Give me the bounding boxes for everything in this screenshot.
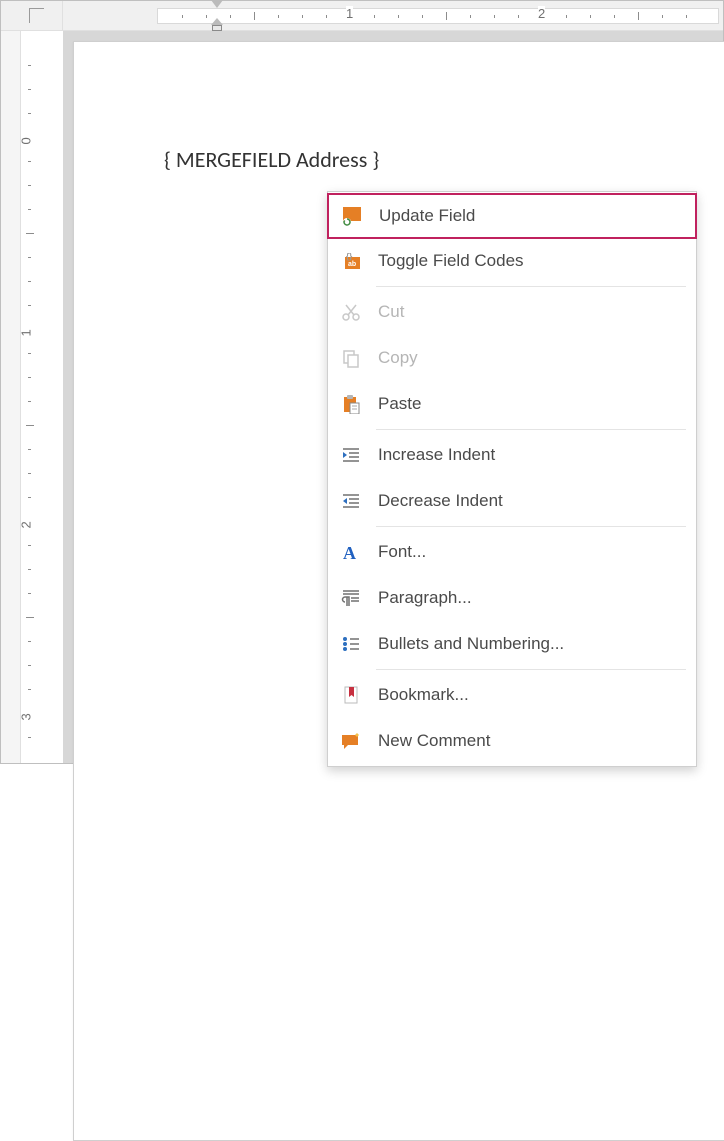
menu-separator: [376, 669, 686, 670]
svg-text:ab: ab: [348, 261, 356, 268]
menu-label: Copy: [378, 348, 682, 368]
paragraph-icon: [338, 588, 364, 608]
hanging-indent-icon[interactable]: [211, 18, 223, 25]
h-ruler-num-2: 2: [538, 6, 545, 21]
svg-text:{}: {}: [346, 252, 352, 261]
menu-item-font[interactable]: A Font...: [328, 529, 696, 575]
field-code-text[interactable]: { MERGEFIELD Address }: [164, 146, 379, 173]
increase-indent-icon: [338, 446, 364, 464]
copy-icon: [338, 348, 364, 368]
bullets-icon: [338, 635, 364, 653]
horizontal-ruler[interactable]: 1 2: [63, 1, 723, 31]
menu-label: Increase Indent: [378, 445, 682, 465]
menu-label: Bullets and Numbering...: [378, 634, 682, 654]
context-menu: Update Field {} ab Toggle Field Codes: [327, 191, 697, 767]
menu-item-new-comment[interactable]: New Comment: [328, 718, 696, 764]
menu-item-bookmark[interactable]: Bookmark...: [328, 672, 696, 718]
v-ruler-strip: 0 1 2 3: [25, 41, 53, 763]
bookmark-icon: [338, 685, 364, 705]
font-icon: A: [338, 542, 364, 562]
menu-label: Cut: [378, 302, 682, 322]
menu-label: Toggle Field Codes: [378, 251, 682, 271]
menu-item-toggle-field-codes[interactable]: {} ab Toggle Field Codes: [328, 238, 696, 284]
svg-text:A: A: [343, 543, 356, 562]
menu-item-increase-indent[interactable]: Increase Indent: [328, 432, 696, 478]
menu-item-paste[interactable]: Paste: [328, 381, 696, 427]
h-ruler-strip: 1 2: [157, 8, 719, 24]
decrease-indent-icon: [338, 492, 364, 510]
v-ruler-num-1: 1: [19, 329, 34, 336]
v-ruler-num-3: 3: [19, 713, 34, 720]
indent-marker[interactable]: [217, 0, 223, 31]
menu-item-copy[interactable]: Copy: [328, 335, 696, 381]
menu-label: Bookmark...: [378, 685, 682, 705]
menu-item-bullets-numbering[interactable]: Bullets and Numbering...: [328, 621, 696, 667]
v-ruler-num-2: 2: [19, 521, 34, 528]
menu-item-decrease-indent[interactable]: Decrease Indent: [328, 478, 696, 524]
tab-stop-icon[interactable]: [29, 8, 44, 23]
menu-separator: [376, 526, 686, 527]
menu-label: New Comment: [378, 731, 682, 751]
menu-label: Font...: [378, 542, 682, 562]
cut-icon: [338, 302, 364, 322]
menu-label: Update Field: [379, 206, 681, 226]
menu-label: Decrease Indent: [378, 491, 682, 511]
vertical-ruler[interactable]: 0 1 2 3: [1, 31, 63, 763]
comment-icon: [338, 731, 364, 751]
menu-label: Paragraph...: [378, 588, 682, 608]
ruler-corner: [1, 1, 63, 31]
h-ruler-num-1: 1: [346, 6, 353, 21]
menu-item-cut[interactable]: Cut: [328, 289, 696, 335]
first-line-indent-icon[interactable]: [211, 0, 223, 8]
menu-label: Paste: [378, 394, 682, 414]
menu-separator: [376, 286, 686, 287]
word-editor-window: 1 2 0: [0, 0, 724, 764]
toggle-field-icon: {} ab: [338, 251, 364, 271]
refresh-field-icon: [339, 206, 365, 226]
menu-separator: [376, 429, 686, 430]
menu-item-update-field[interactable]: Update Field: [327, 193, 697, 239]
v-ruler-num-0: 0: [19, 137, 34, 144]
paste-icon: [338, 394, 364, 414]
menu-item-paragraph[interactable]: Paragraph...: [328, 575, 696, 621]
